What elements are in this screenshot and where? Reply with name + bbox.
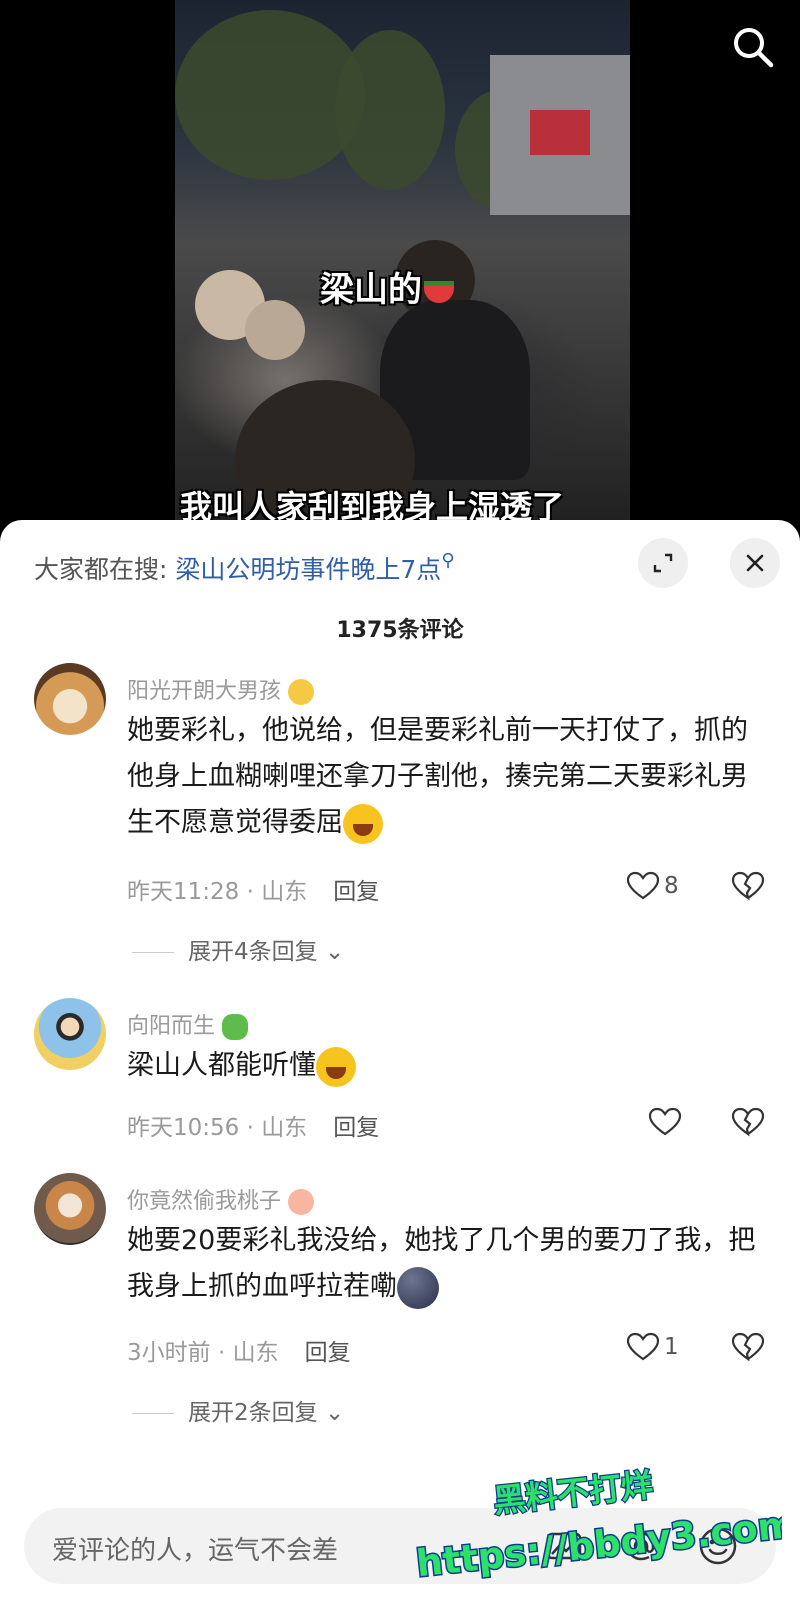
peach-emoji [288,1189,315,1215]
divider-line [132,952,174,953]
dislike-button[interactable] [731,1107,765,1141]
broken-heart-icon [731,1332,765,1362]
like-button[interactable] [648,1107,686,1137]
like-button[interactable]: 8 [626,871,679,901]
reply-button[interactable]: 回复 [333,879,379,905]
video-sign [530,110,590,155]
broken-heart-icon [731,871,765,901]
chevron-down-icon: ⌄ [324,939,345,965]
heart-icon [648,1107,682,1136]
at-icon [626,1531,655,1561]
close-icon [746,554,764,572]
like-count: 1 [664,1334,679,1360]
comment-text: 梁山人都能听懂 [127,1043,767,1089]
dislike-button[interactable] [731,1332,765,1366]
hot-search-prefix: 大家都在搜: [34,555,168,584]
avatar[interactable] [34,1173,106,1245]
clover-emoji [222,1014,249,1040]
close-button[interactable] [730,538,780,588]
hot-search-bar[interactable]: 大家都在搜: 梁山公明坊事件晚上7点⚲ [34,550,455,586]
divider-line [132,1413,174,1414]
watermelon-emoji [424,280,454,303]
comment-text: 她要彩礼，他说给，但是要彩礼前一天打仗了，抓的他身上血糊喇哩还拿刀子割他，揍完第… [127,708,767,846]
search-icon: ⚲ [441,550,455,571]
image-button[interactable] [542,1524,586,1568]
expand-button[interactable] [638,538,688,588]
video-caption: 梁山的 [320,262,454,311]
broken-heart-icon [731,1107,765,1137]
comment-meta: 昨天10:56 · 山东 回复 [127,1115,380,1141]
expand-icon [653,553,673,573]
chevron-down-icon: ⌄ [324,1400,345,1426]
clap-emoji [288,679,315,705]
comment-username[interactable]: 阳光开朗大男孩 [127,673,315,705]
comment-sheet: 大家都在搜: 梁山公明坊事件晚上7点⚲ 1375条评论 阳光开朗大男孩 她要彩礼… [0,520,800,1605]
crying-laugh-emoji [316,1046,356,1087]
video-tree [335,30,445,190]
crying-laugh-emoji [343,803,383,844]
comment-meta: 昨天11:28 · 山东 回复 [127,879,380,905]
comment-text: 她要20要彩礼我没给，她找了几个男的要刀了我，把我身上抓的血呼拉茬嘞 [127,1218,767,1310]
moon-face-emoji [397,1266,439,1309]
emoji-button[interactable] [696,1524,740,1568]
comment-username[interactable]: 向阳而生 [127,1008,249,1040]
avatar[interactable] [34,663,106,735]
heart-icon [626,1332,660,1361]
smiley-icon [699,1527,737,1565]
like-button[interactable]: 1 [626,1332,679,1362]
image-icon [546,1532,582,1560]
mention-button[interactable] [619,1524,663,1568]
heart-icon [626,871,660,900]
comment-meta: 3小时前 · 山东 回复 [127,1340,351,1366]
video-player[interactable]: 梁山的 我叫人家刮到我身上湿透了 [0,0,800,540]
comment-input[interactable]: 爱评论的人，运气不会差 [24,1508,776,1584]
like-count: 8 [664,873,679,899]
comment-username[interactable]: 你竟然偷我桃子 [127,1183,315,1215]
hot-search-link[interactable]: 梁山公明坊事件晚上7点 [175,555,441,584]
dislike-button[interactable] [731,871,765,905]
search-icon [734,28,774,68]
reply-button[interactable]: 回复 [333,1115,379,1141]
expand-replies-button[interactable]: 展开2条回复 ⌄ [132,1393,344,1427]
comment-input-placeholder: 爱评论的人，运气不会差 [52,1536,339,1566]
expand-replies-button[interactable]: 展开4条回复 ⌄ [132,932,344,966]
search-button[interactable] [728,22,778,72]
reply-button[interactable]: 回复 [305,1340,351,1366]
comment-count: 1375条评论 [336,618,464,643]
video-person [245,300,305,360]
avatar[interactable] [34,998,106,1070]
